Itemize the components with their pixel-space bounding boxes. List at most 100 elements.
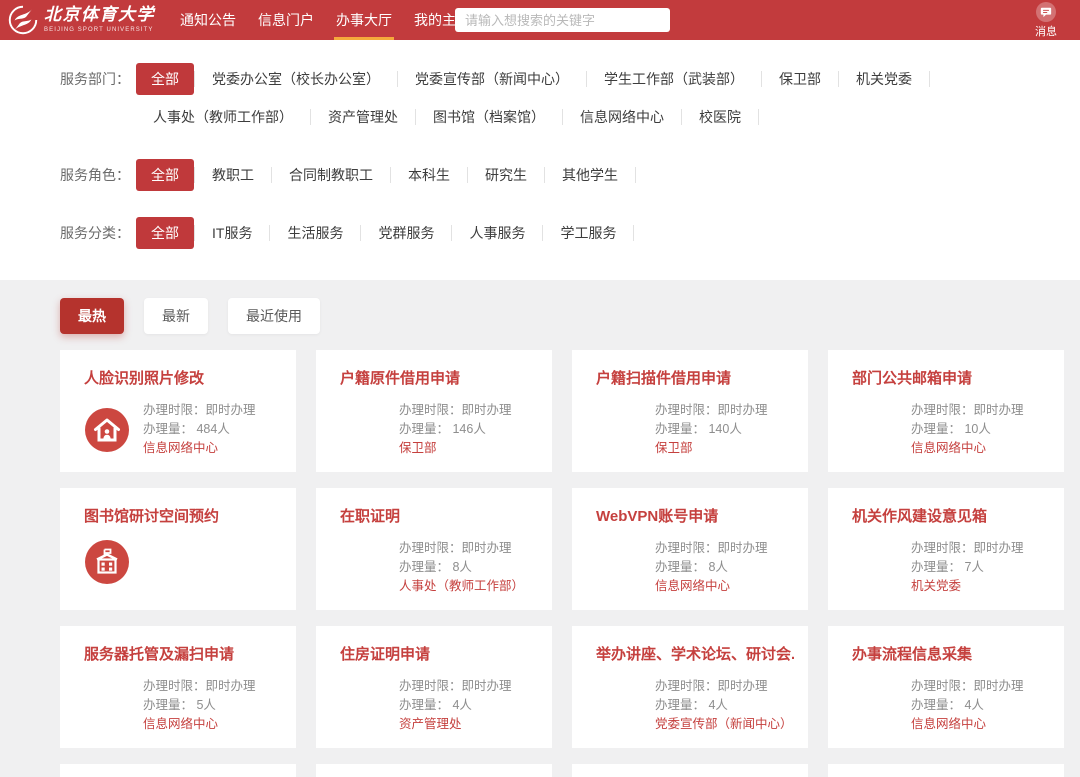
processing-time: 办理时限：即时办理	[655, 401, 768, 420]
filter-option[interactable]: 学工服务	[543, 218, 634, 248]
sort-tab[interactable]: 最近使用	[228, 298, 320, 334]
service-card[interactable]: 户籍原件借用申请	[316, 350, 552, 472]
filter-option[interactable]: 资产管理处	[311, 102, 416, 132]
filter-row-role: 服务角色： 全部 教职工 合同制教职工 本科生 研究生 其他学生	[60, 160, 1080, 198]
nav-item[interactable]: 信息门户	[247, 0, 325, 40]
search-input[interactable]	[455, 8, 670, 32]
sort-tab[interactable]: 最新	[144, 298, 208, 334]
filter-label-category: 服务分类：	[60, 218, 136, 256]
service-card-body: 办理时限：即时办理 办理量： 4人 资产管理处	[340, 677, 538, 734]
service-card[interactable]: 举办讲座、学术论坛、研讨会...	[572, 626, 808, 748]
service-card[interactable]: 人脸识别照片修改	[60, 350, 296, 472]
processing-time: 办理时限：即时办理	[143, 401, 256, 420]
service-card-meta: 办理时限：即时办理 办理量： 484人 信息网络中心	[143, 401, 256, 458]
nav-item[interactable]: 办事大厅	[325, 0, 403, 40]
service-card[interactable]: 住房证明申请	[316, 626, 552, 748]
nav-item[interactable]: 通知公告	[169, 0, 247, 40]
filter-option[interactable]: 全部	[136, 64, 195, 94]
service-card-icon	[340, 545, 386, 591]
home-icon	[84, 407, 130, 453]
filter-option[interactable]: 人事服务	[452, 218, 543, 248]
filter-option[interactable]: IT服务	[195, 218, 270, 248]
service-card-body: 办理时限：即时办理 办理量： 140人 保卫部	[596, 401, 794, 458]
service-hall-page: 北京体育大学 BEIJING SPORT UNIVERSITY 通知公告 信息门…	[0, 0, 1080, 777]
filter-option[interactable]: 全部	[136, 160, 195, 190]
filter-option[interactable]: 学生工作部（武装部）	[587, 64, 762, 94]
filter-option[interactable]: 保卫部	[762, 64, 839, 94]
processing-volume: 办理量： 140人	[655, 420, 768, 439]
category-options: 全部 IT服务 生活服务 党群服务 人事服务 学工服务	[136, 218, 634, 256]
service-card-title: 部门公共邮箱申请	[852, 367, 1050, 388]
service-department: 信息网络中心	[143, 439, 256, 458]
service-card-body: 办理时限：即时办理 办理量： 8人 人事处（教师工作部）	[340, 539, 538, 596]
sort-tab[interactable]: 最热	[60, 298, 124, 334]
filter-option[interactable]: 党委宣传部（新闻中心）	[398, 64, 587, 94]
service-card-body: 办理时限：即时办理 办理量： 10人 信息网络中心	[852, 401, 1050, 458]
service-card[interactable]: WebVPN账号申请	[572, 488, 808, 610]
service-card-body: 办理时限：即时办理 办理量： 4人 信息网络中心	[852, 677, 1050, 734]
service-card[interactable]: 办事流程信息采集	[828, 626, 1064, 748]
service-card[interactable]: 户籍扫描件借用申请	[572, 350, 808, 472]
filter-option[interactable]: 合同制教职工	[272, 160, 391, 190]
service-card[interactable]: 图书馆研讨空间预约	[60, 488, 296, 610]
service-swirl-icon	[340, 683, 386, 729]
service-card-meta: 办理时限：即时办理 办理量： 146人 保卫部	[399, 401, 512, 458]
filter-option[interactable]: 人事处（教师工作部）	[136, 102, 311, 132]
service-card-title: 机关作风建设意见箱	[852, 505, 1050, 526]
service-card[interactable]: 科技查新	[316, 764, 552, 777]
service-card-meta: 办理时限：即时办理 办理量： 4人 信息网络中心	[911, 677, 1024, 734]
main-nav: 通知公告 信息门户 办事大厅 我的主页	[169, 0, 481, 40]
service-department: 信息网络中心	[143, 715, 256, 734]
service-card[interactable]: 信息系统集成申请	[60, 764, 296, 777]
university-swirl-icon	[8, 5, 38, 35]
filter-option[interactable]: 全部	[136, 218, 195, 248]
filter-option[interactable]: 其他学生	[545, 160, 636, 190]
service-card[interactable]: 在职证明	[316, 488, 552, 610]
service-card-icon	[84, 683, 130, 729]
service-department: 人事处（教师工作部）	[399, 577, 524, 596]
filter-option[interactable]: 图书馆（档案馆）	[416, 102, 563, 132]
service-card-body: 办理时限：即时办理 办理量： 8人 信息网络中心	[596, 539, 794, 596]
filter-option[interactable]: 党委办公室（校长办公室）	[195, 64, 398, 94]
messages-button[interactable]: 消息	[1026, 2, 1066, 39]
processing-volume: 办理量： 4人	[911, 696, 1024, 715]
service-department: 信息网络中心	[911, 715, 1024, 734]
filter-option[interactable]: 校医院	[682, 102, 759, 132]
sort-tabs: 最热 最新 最近使用	[60, 298, 1080, 334]
service-card[interactable]: 机关作风建设意见箱	[828, 488, 1064, 610]
filter-option[interactable]: 本科生	[391, 160, 468, 190]
processing-time: 办理时限：即时办理	[399, 401, 512, 420]
filter-option[interactable]: 教职工	[195, 160, 272, 190]
service-card[interactable]: 校内LED显示屏预约	[828, 764, 1064, 777]
processing-time: 办理时限：即时办理	[655, 677, 793, 696]
department-options: 全部 党委办公室（校长办公室） 党委宣传部（新闻中心） 学生工作部（武装部） 保…	[136, 64, 1080, 140]
logo-name-cn: 北京体育大学	[44, 7, 155, 24]
service-card-title: 服务器托管及漏扫申请	[84, 643, 282, 664]
service-card[interactable]: 部门公共邮箱申请	[828, 350, 1064, 472]
service-card[interactable]: 服务器托管及漏扫申请	[60, 626, 296, 748]
service-card[interactable]: 校内悬挂、张贴、摆放宣传制...	[572, 764, 808, 777]
service-card-title: 户籍原件借用申请	[340, 367, 538, 388]
logo-name-en: BEIJING SPORT UNIVERSITY	[44, 27, 155, 33]
service-card-icon	[84, 539, 130, 585]
filter-option[interactable]: 机关党委	[839, 64, 930, 94]
service-card-title: 住房证明申请	[340, 643, 538, 664]
processing-time: 办理时限：即时办理	[655, 539, 768, 558]
filter-option[interactable]: 党群服务	[361, 218, 452, 248]
service-card-title: WebVPN账号申请	[596, 505, 794, 526]
service-card-body	[84, 539, 282, 585]
filter-option[interactable]: 生活服务	[270, 218, 361, 248]
processing-time: 办理时限：即时办理	[143, 677, 256, 696]
processing-volume: 办理量： 4人	[399, 696, 512, 715]
service-card-icon	[596, 683, 642, 729]
university-logo[interactable]: 北京体育大学 BEIJING SPORT UNIVERSITY	[8, 5, 155, 35]
service-card-icon	[596, 545, 642, 591]
filter-option[interactable]: 信息网络中心	[563, 102, 682, 132]
service-card-icon	[596, 407, 642, 453]
filter-option[interactable]: 研究生	[468, 160, 545, 190]
service-card-meta: 办理时限：即时办理 办理量： 140人 保卫部	[655, 401, 768, 458]
processing-volume: 办理量： 8人	[655, 558, 768, 577]
role-options: 全部 教职工 合同制教职工 本科生 研究生 其他学生	[136, 160, 636, 198]
service-card-meta: 办理时限：即时办理 办理量： 4人 资产管理处	[399, 677, 512, 734]
service-card-meta: 办理时限：即时办理 办理量： 10人 信息网络中心	[911, 401, 1024, 458]
